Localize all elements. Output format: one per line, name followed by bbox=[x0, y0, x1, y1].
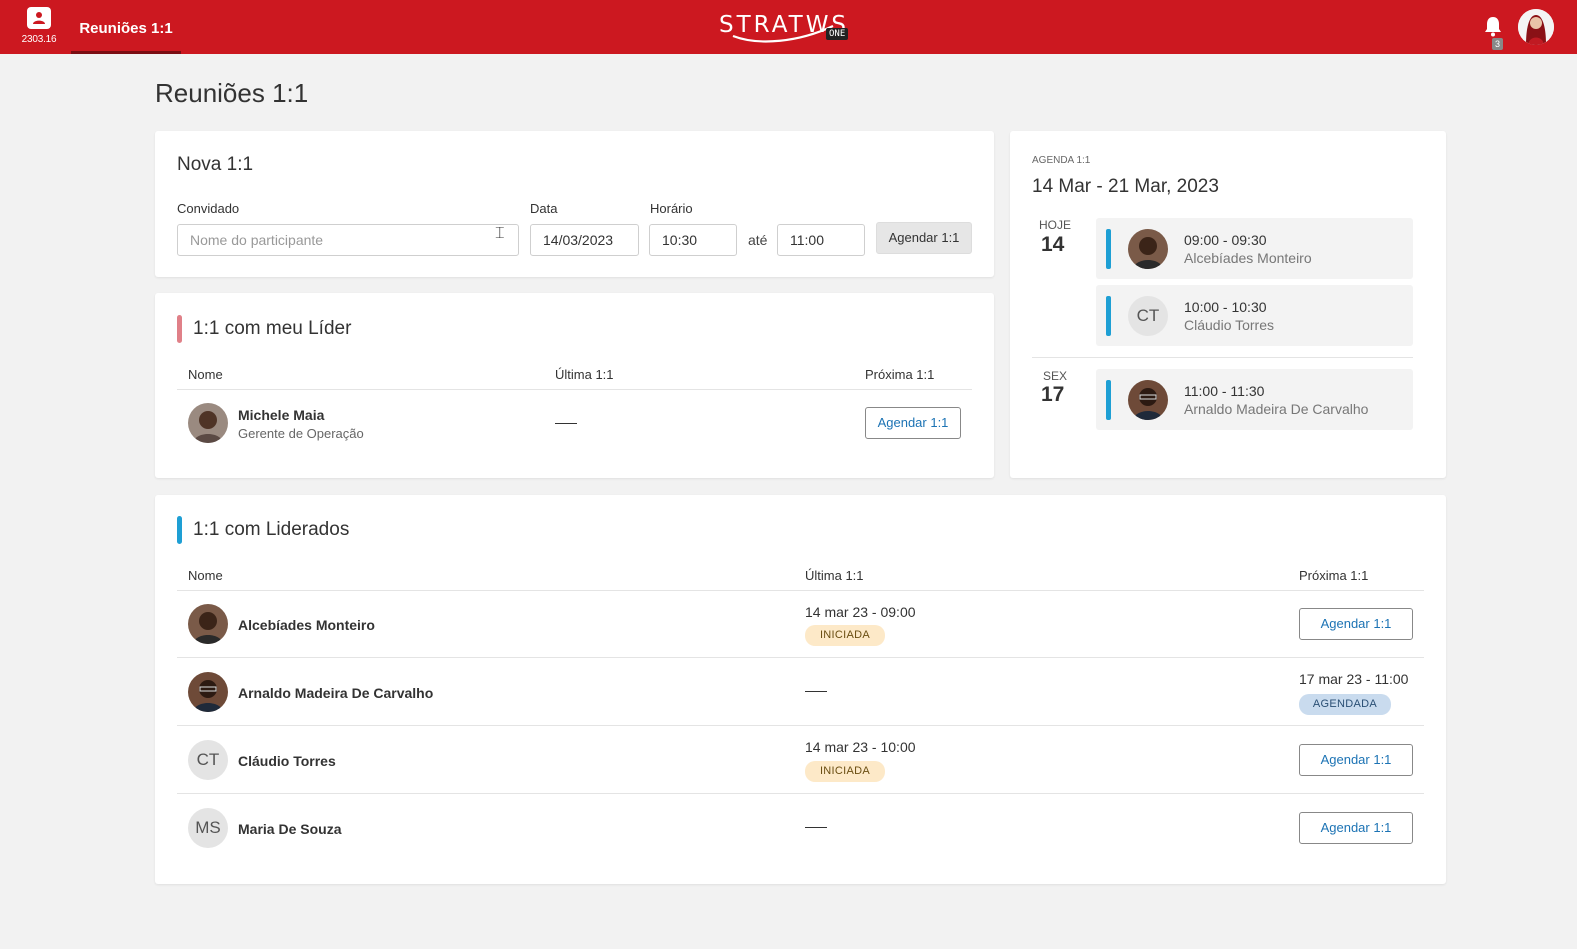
reports-accent-bar bbox=[177, 516, 182, 544]
date-input[interactable] bbox=[530, 224, 639, 256]
report-name: Cláudio Torres bbox=[238, 753, 336, 769]
day-label: SEX bbox=[1043, 369, 1068, 383]
avatar bbox=[1128, 380, 1168, 420]
avatar bbox=[188, 403, 228, 443]
data-label: Data bbox=[530, 201, 558, 216]
event-time: 11:00 - 11:30 bbox=[1184, 383, 1265, 399]
col-nome: Nome bbox=[188, 568, 223, 583]
leader-accent-bar bbox=[177, 315, 182, 343]
status-badge: INICIADA bbox=[805, 625, 885, 646]
report-name: Maria De Souza bbox=[238, 821, 342, 837]
agenda-kicker: AGENDA 1:1 bbox=[1032, 155, 1091, 166]
participant-input[interactable] bbox=[177, 224, 519, 256]
day-number: 14 bbox=[1041, 233, 1065, 256]
horario-label: Horário bbox=[650, 201, 693, 216]
leader-name: Michele Maia bbox=[238, 407, 325, 423]
schedule-report-button[interactable]: Agendar 1:1 bbox=[1299, 608, 1413, 640]
leader-title: 1:1 com meu Líder bbox=[193, 318, 352, 339]
divider bbox=[177, 725, 1424, 726]
divider bbox=[177, 389, 972, 390]
contacts-icon bbox=[27, 7, 51, 29]
empty-dash bbox=[555, 423, 577, 424]
event-accent-bar bbox=[1106, 296, 1111, 336]
col-nome: Nome bbox=[188, 367, 223, 382]
top-bar: 2303.16 Reuniões 1:1 STRATWS ONE 3 bbox=[0, 0, 1577, 54]
day-divider bbox=[1032, 357, 1413, 358]
avatar bbox=[1128, 229, 1168, 269]
last-meeting-date: 14 mar 23 - 10:00 bbox=[805, 739, 916, 755]
day-number: 17 bbox=[1041, 383, 1065, 406]
empty-dash bbox=[805, 691, 827, 692]
leader-card: 1:1 com meu Líder Nome Última 1:1 Próxim… bbox=[155, 293, 994, 478]
agenda-card: AGENDA 1:1 14 Mar - 21 Mar, 2023 HOJE 14… bbox=[1010, 131, 1446, 478]
event-time: 09:00 - 09:30 bbox=[1184, 232, 1267, 248]
avatar bbox=[188, 672, 228, 712]
app-switcher-button[interactable]: 2303.16 bbox=[19, 7, 59, 49]
day-label: HOJE bbox=[1039, 218, 1072, 232]
status-badge: INICIADA bbox=[805, 761, 885, 782]
reports-title: 1:1 com Liderados bbox=[193, 519, 350, 540]
event-time: 10:00 - 10:30 bbox=[1184, 299, 1267, 315]
end-time-input[interactable] bbox=[777, 224, 865, 256]
divider bbox=[177, 657, 1424, 658]
notification-count: 3 bbox=[1492, 38, 1504, 50]
start-time-input[interactable] bbox=[649, 224, 737, 256]
report-name: Alcebíades Monteiro bbox=[238, 617, 375, 633]
divider bbox=[177, 793, 1424, 794]
page-title: Reuniões 1:1 bbox=[155, 78, 309, 108]
last-meeting-date: 14 mar 23 - 09:00 bbox=[805, 604, 916, 620]
schedule-leader-button[interactable]: Agendar 1:1 bbox=[865, 407, 961, 439]
brand-suffix: ONE bbox=[826, 28, 849, 40]
agenda-event[interactable]: CT 10:00 - 10:30 Cláudio Torres bbox=[1096, 285, 1413, 346]
reports-card: 1:1 com Liderados Nome Última 1:1 Próxim… bbox=[155, 495, 1446, 884]
brand-swoosh-icon bbox=[732, 25, 834, 43]
agenda-event[interactable]: 11:00 - 11:30 Arnaldo Madeira De Carvalh… bbox=[1096, 369, 1413, 430]
next-meeting-date: 17 mar 23 - 11:00 bbox=[1299, 671, 1409, 687]
agenda-range: 14 Mar - 21 Mar, 2023 bbox=[1032, 176, 1219, 197]
schedule-button[interactable]: Agendar 1:1 bbox=[876, 222, 972, 254]
schedule-report-button[interactable]: Agendar 1:1 bbox=[1299, 744, 1413, 776]
tab-reunioes[interactable]: Reuniões 1:1 bbox=[71, 0, 181, 54]
text-cursor-icon: ⌶ bbox=[495, 225, 505, 242]
col-proxima: Próxima 1:1 bbox=[1299, 568, 1369, 583]
col-ultima: Última 1:1 bbox=[805, 568, 864, 583]
status-badge: AGENDADA bbox=[1299, 694, 1391, 715]
avatar: CT bbox=[1128, 296, 1168, 336]
event-name: Arnaldo Madeira De Carvalho bbox=[1184, 401, 1369, 417]
ate-label: até bbox=[748, 232, 768, 248]
new-meeting-card: Nova 1:1 Convidado Data Horário até Agen… bbox=[155, 131, 994, 277]
report-name: Arnaldo Madeira De Carvalho bbox=[238, 685, 434, 701]
brand-logo: STRATWS ONE bbox=[719, 10, 859, 44]
convidado-label: Convidado bbox=[177, 201, 240, 216]
avatar bbox=[188, 604, 228, 644]
event-name: Cláudio Torres bbox=[1184, 317, 1275, 333]
col-ultima: Última 1:1 bbox=[555, 367, 614, 382]
event-name: Alcebíades Monteiro bbox=[1184, 250, 1312, 266]
leader-role: Gerente de Operação bbox=[238, 426, 364, 441]
divider bbox=[177, 590, 1424, 591]
empty-dash bbox=[805, 827, 827, 828]
agenda-event[interactable]: 09:00 - 09:30 Alcebíades Monteiro bbox=[1096, 218, 1413, 279]
schedule-report-button[interactable]: Agendar 1:1 bbox=[1299, 812, 1413, 844]
col-proxima: Próxima 1:1 bbox=[865, 367, 935, 382]
bell-icon[interactable] bbox=[1483, 15, 1503, 37]
avatar: MS bbox=[188, 808, 228, 848]
event-accent-bar bbox=[1106, 380, 1111, 420]
user-avatar[interactable] bbox=[1518, 9, 1554, 45]
avatar: CT bbox=[188, 740, 228, 780]
new-meeting-title: Nova 1:1 bbox=[177, 154, 254, 175]
app-code: 2303.16 bbox=[21, 34, 57, 45]
event-accent-bar bbox=[1106, 229, 1111, 269]
